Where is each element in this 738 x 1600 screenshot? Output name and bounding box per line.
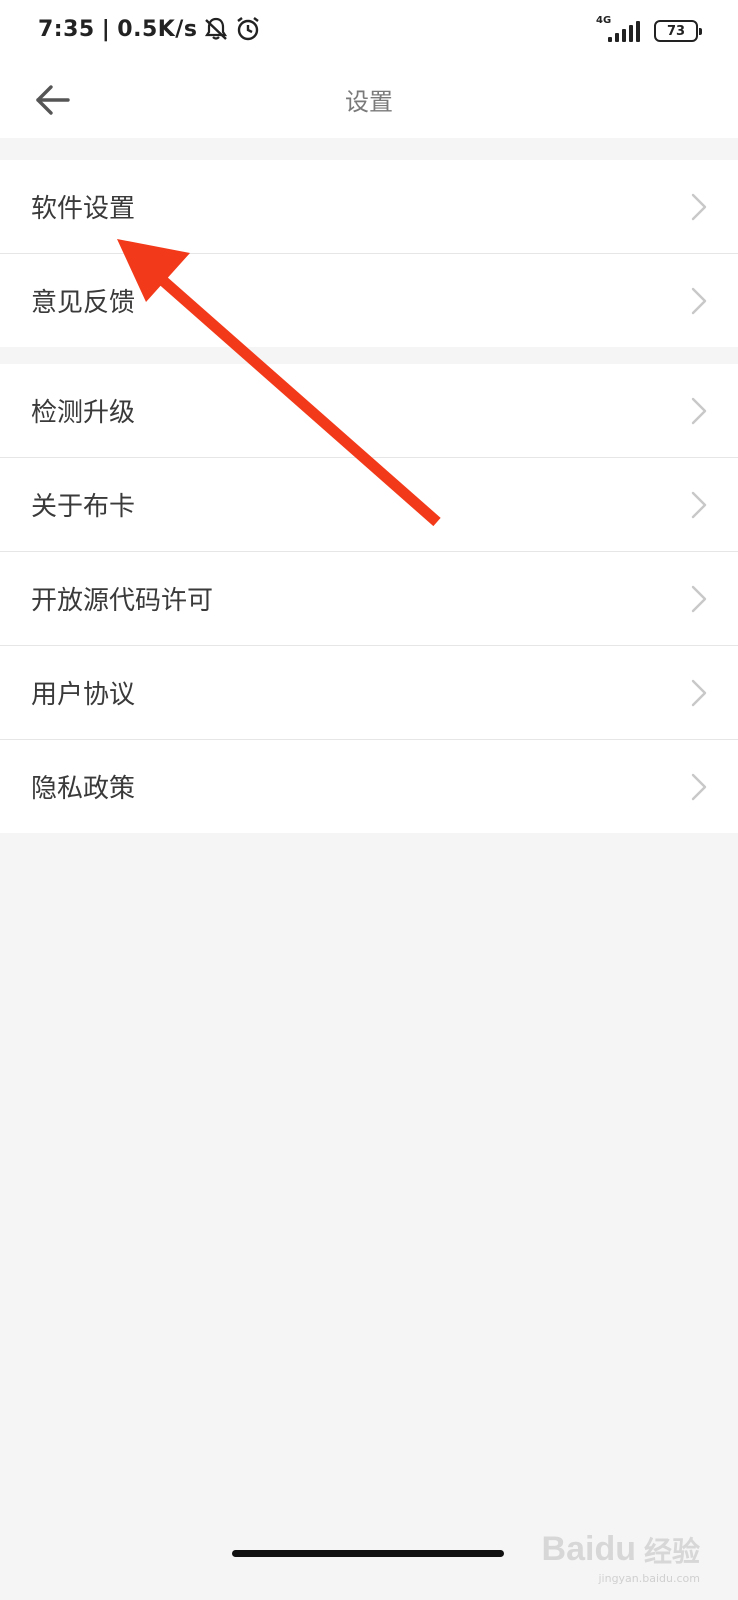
app-header: 设置 — [0, 64, 738, 138]
battery-level: 73 — [666, 23, 686, 39]
signal-icon: 4G — [596, 15, 644, 44]
row-label: 意见反馈 — [31, 288, 136, 318]
status-net-speed: 0.5K/s — [117, 16, 198, 42]
settings-row-software-settings[interactable]: 软件设置 — [0, 160, 738, 254]
settings-row-user-agreement[interactable]: 用户协议 — [0, 646, 738, 740]
chevron-right-icon — [691, 773, 707, 800]
alarm-clock-icon — [235, 16, 261, 42]
status-time: 7:35 — [38, 16, 95, 42]
settings-row-feedback[interactable]: 意见反馈 — [0, 254, 738, 347]
row-label: 软件设置 — [31, 194, 136, 224]
page-title: 设置 — [345, 88, 393, 116]
settings-row-open-source-licenses[interactable]: 开放源代码许可 — [0, 552, 738, 646]
row-label: 关于布卡 — [31, 492, 136, 522]
status-right: 4G 73 — [596, 15, 702, 44]
row-label: 用户协议 — [31, 680, 136, 710]
row-label: 隐私政策 — [31, 774, 136, 804]
settings-row-privacy-policy[interactable]: 隐私政策 — [0, 740, 738, 833]
chevron-right-icon — [691, 679, 707, 706]
status-separator: | — [101, 16, 111, 42]
settings-row-check-update[interactable]: 检测升级 — [0, 364, 738, 458]
home-indicator[interactable] — [232, 1550, 504, 1557]
status-left: 7:35 | 0.5K/s — [38, 16, 261, 42]
row-label: 检测升级 — [31, 398, 136, 428]
chevron-right-icon — [691, 491, 707, 518]
battery-icon: 73 — [654, 20, 702, 42]
status-bar: 7:35 | 0.5K/s 4G 73 — [0, 0, 738, 64]
settings-group-2: 检测升级 关于布卡 开放源代码许可 用户协议 隐私政策 — [0, 364, 738, 833]
settings-group-1: 软件设置 意见反馈 — [0, 160, 738, 347]
watermark-text: 经验 — [643, 1535, 700, 1568]
chevron-right-icon — [691, 397, 707, 424]
chevron-right-icon — [691, 287, 707, 314]
settings-row-about[interactable]: 关于布卡 — [0, 458, 738, 552]
watermark-brand: Baidu — [541, 1530, 636, 1568]
baidu-watermark: Baidu 经验 jingyan.baidu.com — [541, 1530, 700, 1585]
chevron-right-icon — [691, 193, 707, 220]
row-label: 开放源代码许可 — [31, 586, 214, 616]
watermark-url: jingyan.baidu.com — [598, 1572, 700, 1585]
muted-bell-icon — [203, 16, 229, 42]
chevron-right-icon — [691, 585, 707, 612]
